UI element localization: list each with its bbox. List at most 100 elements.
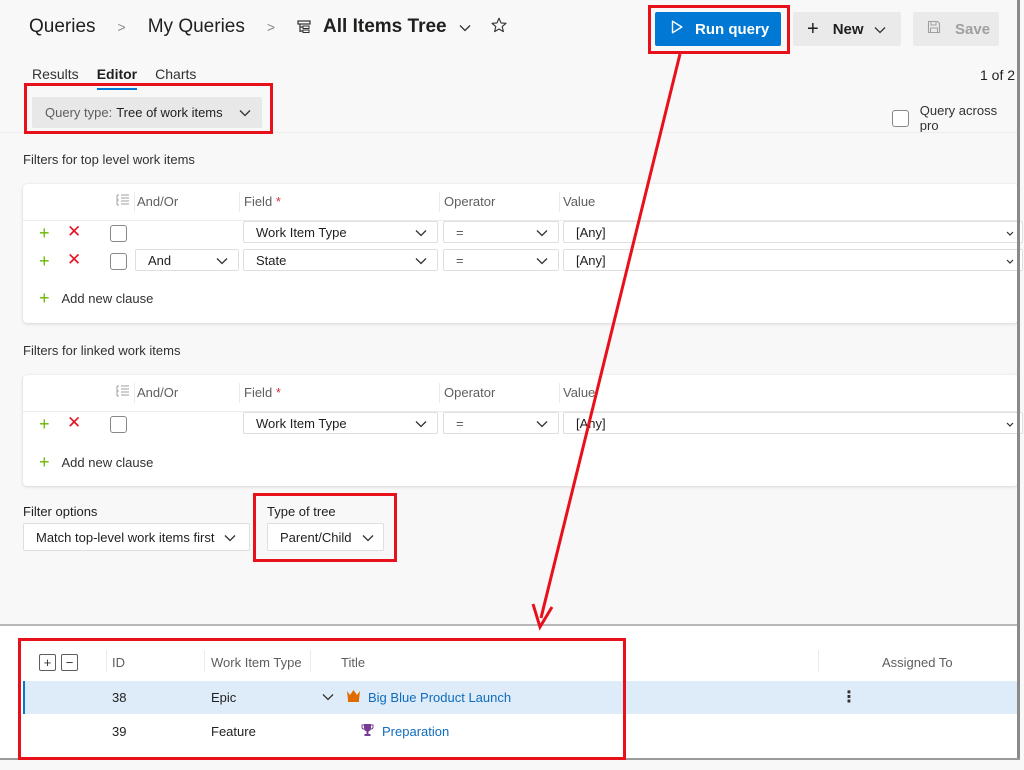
value-dropdown[interactable]: [Any] — [563, 412, 1023, 434]
breadcrumb-queries[interactable]: Queries — [29, 16, 96, 38]
field-header-label: Field — [244, 385, 273, 400]
chevron-down-icon — [1006, 416, 1014, 431]
result-row[interactable]: 39 Feature Preparation — [23, 715, 1018, 748]
breadcrumb-separator-icon: > — [117, 19, 126, 35]
column-header-title[interactable]: Title — [341, 655, 365, 670]
column-header-operator: Operator — [444, 194, 496, 209]
required-marker: * — [275, 385, 281, 400]
breadcrumb-my-queries[interactable]: My Queries — [148, 16, 245, 38]
tab-editor[interactable]: Editor — [96, 66, 138, 90]
window-edge — [1017, 0, 1020, 758]
add-new-clause-label: Add new clause — [61, 455, 154, 470]
add-new-clause-button[interactable]: + Add new clause — [39, 288, 153, 309]
clause-checkbox[interactable] — [110, 225, 127, 242]
new-button[interactable]: + New — [793, 12, 901, 46]
grouping-icon[interactable] — [116, 384, 130, 401]
delete-clause-icon[interactable]: ✕ — [67, 222, 81, 242]
row-title-link[interactable]: Preparation — [382, 724, 449, 739]
breadcrumb-separator-icon: > — [266, 19, 276, 35]
column-separator — [204, 650, 205, 672]
value-dropdown[interactable]: [Any] — [563, 249, 1023, 271]
divider — [0, 132, 1018, 133]
column-separator — [239, 383, 240, 403]
results-grid: + − ID Work Item Type Title Assigned To … — [0, 626, 1018, 758]
column-header-id[interactable]: ID — [112, 655, 125, 670]
column-header-assigned-to[interactable]: Assigned To — [882, 655, 953, 670]
field-value: Work Item Type — [256, 224, 347, 240]
chevron-down-icon[interactable] — [459, 16, 471, 38]
row-type: Epic — [211, 690, 237, 705]
operator-dropdown[interactable]: = — [443, 412, 559, 434]
chevron-down-icon — [415, 225, 427, 240]
operator-dropdown[interactable]: = — [443, 249, 559, 271]
window-edge — [0, 758, 1020, 760]
column-separator — [134, 383, 135, 403]
column-header-field: Field * — [244, 385, 281, 400]
column-separator — [559, 383, 560, 403]
clause-checkbox[interactable] — [110, 416, 127, 433]
run-query-button[interactable]: Run query — [655, 12, 781, 46]
chevron-down-icon[interactable] — [322, 689, 334, 704]
query-title[interactable]: All Items Tree — [323, 16, 447, 38]
chevron-down-icon — [536, 416, 548, 431]
chevron-down-icon — [1006, 225, 1014, 240]
add-new-clause-button[interactable]: + Add new clause — [39, 452, 153, 473]
linked-filters-card: And/Or Field * Operator Value + ✕ Work I… — [23, 375, 1023, 486]
tab-charts[interactable]: Charts — [155, 66, 196, 88]
result-row[interactable]: 38 Epic Big Blue Product Launch ⋮ — [23, 681, 1018, 714]
top-level-filters-card: And/Or Field * Operator Value + ✕ Work I… — [23, 184, 1023, 323]
field-dropdown[interactable]: Work Item Type — [243, 221, 438, 243]
value-value: [Any] — [576, 252, 606, 268]
add-clause-icon[interactable]: + — [39, 251, 50, 271]
collapse-all-button[interactable]: − — [61, 654, 78, 671]
andor-dropdown[interactable]: And — [135, 249, 239, 271]
star-icon[interactable] — [491, 17, 507, 38]
crown-icon — [346, 689, 361, 705]
query-across-projects-checkbox[interactable] — [892, 109, 909, 127]
column-separator — [559, 192, 560, 212]
field-value: Work Item Type — [256, 415, 347, 431]
tab-results[interactable]: Results — [32, 66, 79, 88]
operator-dropdown[interactable]: = — [443, 221, 559, 243]
row-type: Feature — [211, 724, 256, 739]
clause-checkbox[interactable] — [110, 253, 127, 270]
chevron-down-icon — [536, 225, 548, 240]
top-level-filters-title: Filters for top level work items — [23, 152, 195, 167]
trophy-icon — [361, 723, 374, 740]
expand-all-button[interactable]: + — [39, 654, 56, 671]
delete-clause-icon[interactable]: ✕ — [67, 413, 81, 433]
column-header-work-item-type[interactable]: Work Item Type — [211, 655, 302, 670]
row-title-link[interactable]: Big Blue Product Launch — [368, 690, 511, 705]
field-header-label: Field — [244, 194, 273, 209]
value-value: [Any] — [576, 224, 606, 240]
type-of-tree-dropdown[interactable]: Parent/Child — [267, 523, 384, 551]
save-button[interactable]: Save — [913, 12, 999, 46]
chevron-down-icon — [362, 530, 374, 545]
field-dropdown[interactable]: Work Item Type — [243, 412, 438, 434]
add-clause-icon[interactable]: + — [39, 223, 50, 243]
query-across-projects[interactable]: Query across pro — [892, 103, 1018, 133]
add-clause-icon[interactable]: + — [39, 414, 50, 434]
column-separator — [439, 192, 440, 212]
grouping-icon[interactable] — [116, 193, 130, 210]
value-dropdown[interactable]: [Any] — [563, 221, 1023, 243]
plus-icon: + — [39, 452, 50, 472]
query-across-projects-label: Query across pro — [919, 103, 998, 133]
play-icon — [671, 20, 683, 38]
column-header-value: Value — [563, 385, 596, 400]
column-separator — [439, 383, 440, 403]
pager-count: 1 of 2 — [980, 67, 1016, 83]
field-dropdown[interactable]: State — [243, 249, 438, 271]
breadcrumb: Queries > My Queries > All Items Tree — [29, 16, 507, 38]
linked-filters-title: Filters for linked work items — [23, 343, 181, 358]
field-value: State — [256, 252, 287, 268]
delete-clause-icon[interactable]: ✕ — [67, 250, 81, 270]
operator-value: = — [456, 415, 464, 431]
operator-value: = — [456, 252, 464, 268]
query-type-dropdown[interactable]: Query type: Tree of work items — [32, 97, 262, 128]
more-options-icon[interactable]: ⋮ — [841, 687, 857, 707]
filter-options-value: Match top-level work items first — [36, 529, 215, 545]
filter-options-dropdown[interactable]: Match top-level work items first — [23, 523, 250, 551]
chevron-down-icon — [415, 253, 427, 268]
floppy-disk-icon — [927, 20, 941, 38]
